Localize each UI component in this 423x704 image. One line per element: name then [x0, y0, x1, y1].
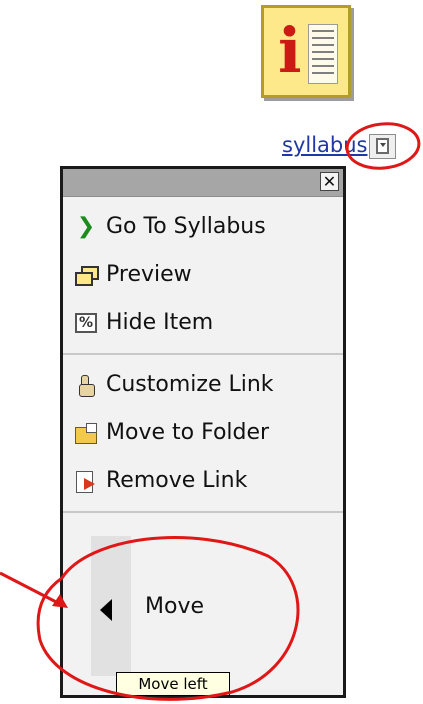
- syllabus-link[interactable]: syllabus: [282, 133, 368, 157]
- menu-item-label: Move to Folder: [106, 420, 270, 445]
- syllabus-tile-icon[interactable]: i: [261, 5, 351, 98]
- tile-letter-i: i: [278, 14, 302, 87]
- menu-section-secondary: Customize Link Move to Folder Remove Lin…: [63, 355, 343, 513]
- hide-item-icon: %: [75, 313, 97, 333]
- menu-item-label: Preview: [106, 262, 192, 287]
- menu-item-label: Go To Syllabus: [106, 214, 266, 239]
- context-menu-popup: ✕ ❯ Go To Syllabus Preview % Hide Item C…: [60, 166, 346, 698]
- close-button[interactable]: ✕: [320, 172, 339, 191]
- hand-pointer-icon: [75, 375, 97, 397]
- menu-section-primary: ❯ Go To Syllabus Preview % Hide Item: [63, 197, 343, 355]
- menu-item-customize-link[interactable]: Customize Link: [63, 361, 343, 409]
- chevron-right-icon: ❯: [76, 214, 96, 239]
- menu-item-label: Hide Item: [106, 310, 214, 335]
- list-lines-icon: [308, 24, 338, 84]
- tooltip-move-left: Move left: [116, 672, 230, 696]
- dropdown-menu-icon: [376, 138, 389, 154]
- annotation-arrow-line: [0, 571, 63, 607]
- popup-header: ✕: [63, 169, 343, 197]
- menu-trigger-button[interactable]: [369, 134, 396, 159]
- preview-windows-icon: [75, 265, 99, 286]
- menu-item-move-to-folder[interactable]: Move to Folder: [63, 409, 343, 457]
- menu-item-label: Customize Link: [106, 372, 274, 397]
- move-label: Move: [145, 594, 204, 619]
- menu-item-preview[interactable]: Preview: [63, 251, 343, 299]
- move-folder-icon: [75, 423, 97, 444]
- menu-item-label: Remove Link: [106, 468, 248, 493]
- remove-link-icon: [75, 471, 97, 493]
- menu-item-remove-link[interactable]: Remove Link: [63, 457, 343, 505]
- menu-item-go-to-syllabus[interactable]: ❯ Go To Syllabus: [63, 203, 343, 251]
- menu-item-hide-item[interactable]: % Hide Item: [63, 299, 343, 347]
- left-arrow-icon[interactable]: [100, 599, 112, 621]
